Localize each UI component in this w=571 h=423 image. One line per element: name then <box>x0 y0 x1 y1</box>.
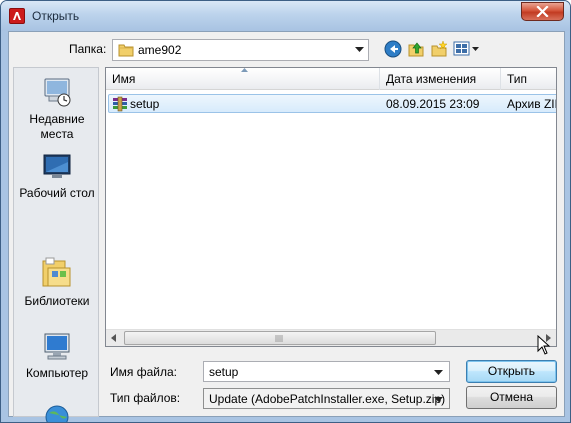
place-label: Недавние <box>29 112 85 126</box>
filename-value: setup <box>209 365 239 379</box>
libraries-icon <box>42 257 71 287</box>
sort-ascending-icon <box>241 68 248 72</box>
filetype-value: Update (AdobePatchInstaller.exe, Setup.z… <box>209 392 446 406</box>
place-label: места <box>40 127 74 141</box>
recent-places-icon <box>44 78 71 107</box>
place-label: Рабочий стол <box>19 186 95 200</box>
column-header-date[interactable]: Дата изменения <box>380 68 501 90</box>
dialog-body: Папка: ame902 Недавние места Рабочий сто… <box>8 31 565 422</box>
file-type: Архив ZIP <box>507 97 556 111</box>
scrollbar-thumb[interactable] <box>124 331 436 345</box>
cancel-button[interactable]: Отмена <box>466 386 557 409</box>
open-button[interactable]: Открыть <box>466 360 557 383</box>
back-icon[interactable] <box>384 40 402 58</box>
window-title: Открыть <box>32 9 80 23</box>
scroll-left-icon[interactable] <box>111 334 116 342</box>
desktop-icon <box>43 154 71 178</box>
place-recent[interactable]: Недавние места <box>14 76 100 142</box>
close-icon <box>536 6 549 17</box>
title-bar[interactable]: Открыть <box>1 1 570 31</box>
places-bar: Недавние места Рабочий стол Библиотеки К… <box>13 67 100 422</box>
place-label: Компьютер <box>25 366 89 380</box>
view-menu-button[interactable] <box>453 40 481 58</box>
chevron-down-icon[interactable] <box>434 370 443 375</box>
mouse-cursor-icon <box>537 335 551 355</box>
chevron-down-icon <box>355 47 364 52</box>
adobe-app-icon <box>9 8 25 24</box>
horizontal-scrollbar[interactable] <box>106 329 556 346</box>
file-name: setup <box>130 97 160 111</box>
open-file-dialog: Открыть Папка: ame902 Недавние места Раб… <box>0 0 571 423</box>
up-folder-icon[interactable] <box>407 40 425 58</box>
view-grid-icon <box>453 41 479 56</box>
file-date: 08.09.2015 23:09 <box>386 97 480 111</box>
filename-input[interactable]: setup <box>203 361 450 382</box>
folder-dropdown-arrow[interactable] <box>351 40 368 60</box>
place-libraries[interactable]: Библиотеки <box>14 256 100 309</box>
winrar-archive-icon <box>113 96 127 112</box>
column-header-label: Дата изменения <box>386 72 477 86</box>
column-header-name[interactable]: Имя <box>106 68 380 90</box>
folder-label: Папка: <box>69 42 107 56</box>
computer-icon <box>44 333 70 360</box>
column-header-row: Имя Дата изменения Тип <box>106 68 556 90</box>
column-header-label: Имя <box>112 72 136 86</box>
close-button[interactable] <box>521 2 564 21</box>
filetype-select[interactable]: Update (AdobePatchInstaller.exe, Setup.z… <box>203 388 450 409</box>
filename-label: Имя файла: <box>110 365 177 379</box>
column-header-type[interactable]: Тип <box>501 68 556 90</box>
file-list-view[interactable]: Имя Дата изменения Тип setup 08.09.2015 … <box>105 67 557 347</box>
folder-dropdown[interactable]: ame902 <box>112 39 369 61</box>
new-folder-icon[interactable] <box>430 40 448 58</box>
place-computer[interactable]: Компьютер <box>14 330 100 381</box>
place-network[interactable] <box>14 403 100 422</box>
place-label: Библиотеки <box>24 294 90 308</box>
grip-icon <box>275 335 283 342</box>
chevron-down-icon[interactable] <box>434 397 443 402</box>
place-desktop[interactable]: Рабочий стол <box>14 150 100 201</box>
filetype-label: Тип файлов: <box>110 391 181 405</box>
current-folder-name: ame902 <box>138 43 182 57</box>
column-header-label: Тип <box>507 72 528 86</box>
file-row-selected[interactable]: setup 08.09.2015 23:09 Архив ZIP <box>108 94 556 113</box>
network-icon <box>45 405 69 422</box>
folder-icon <box>118 44 134 57</box>
